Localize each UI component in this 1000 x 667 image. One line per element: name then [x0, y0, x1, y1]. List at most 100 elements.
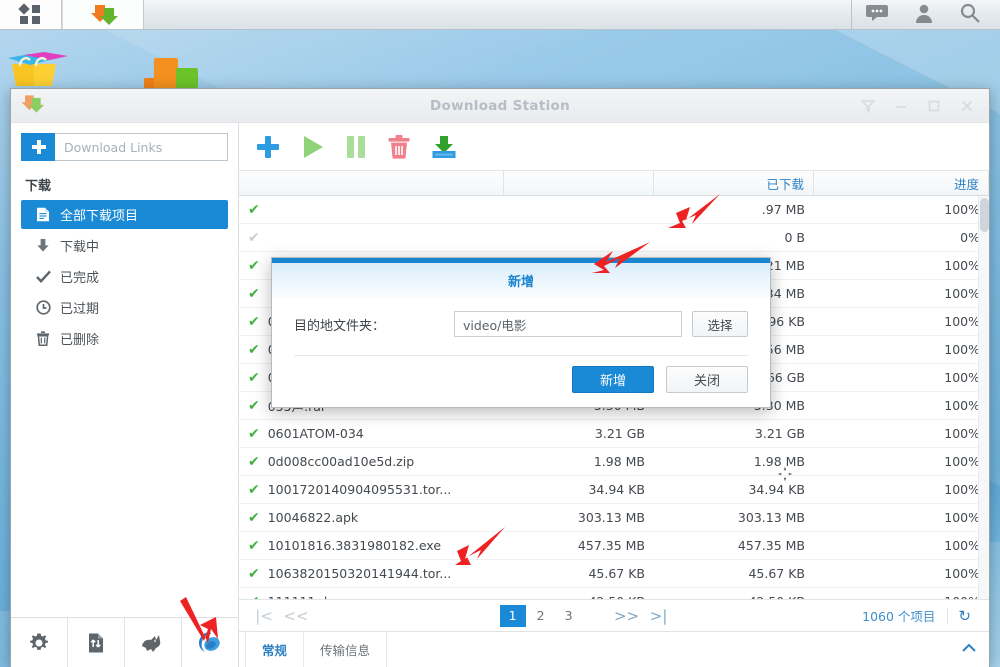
pin-window-button[interactable]: [860, 98, 876, 114]
row-name-cell: ✔: [239, 230, 504, 246]
download-station-icon: [91, 4, 118, 25]
sidebar-item-all-downloads[interactable]: 全部下载项目: [21, 200, 228, 229]
settings-button[interactable]: [11, 618, 68, 667]
check-icon: ✔: [248, 201, 260, 218]
chevron-up-icon[interactable]: [961, 641, 977, 660]
row-size-cell: 3.21 GB: [594, 426, 645, 441]
column-header-progress[interactable]: 进度: [814, 171, 989, 195]
sidebar-item-downloading[interactable]: 下载中: [21, 231, 228, 260]
pending-icon: ✔: [248, 229, 260, 246]
clock-icon: [35, 300, 51, 316]
notifications-icon[interactable]: [866, 4, 888, 26]
bittorrent-button[interactable]: [182, 618, 238, 667]
table-row[interactable]: ✔ 1001720140904095531.tor... 34.94 KB 34.94…: [239, 476, 989, 504]
transfer-info-button[interactable]: [68, 618, 125, 667]
page-button-2[interactable]: 2: [528, 605, 554, 627]
check-icon: ✔: [248, 369, 260, 386]
sidebar-section-title: 下载: [25, 179, 52, 194]
table-row[interactable]: ✔ 0 B 0%: [239, 224, 989, 252]
download-button[interactable]: [431, 134, 457, 160]
sidebar-item-label: 已删除: [60, 333, 100, 348]
destination-folder-input[interactable]: video/电影: [454, 311, 682, 337]
row-size-cell: 45.67 KB: [588, 566, 645, 581]
start-button[interactable]: [301, 134, 325, 160]
page-button-1[interactable]: 1: [499, 604, 526, 627]
row-name-cell: ✔: [239, 202, 504, 218]
bt-icon: [199, 631, 220, 652]
table-row[interactable]: ✔ .97 MB 100%: [239, 196, 989, 224]
donkey-icon: [142, 634, 161, 652]
vertical-scrollbar[interactable]: [978, 196, 989, 599]
column-header-name[interactable]: [239, 171, 504, 195]
sidebar-item-label: 已过期: [60, 302, 100, 317]
sidebar-item-deleted[interactable]: 已删除: [21, 324, 228, 353]
table-row[interactable]: ✔ 0d008cc00ad10e5d.zip 1.98 MB 1.98 MB 100%: [239, 448, 989, 476]
close-button[interactable]: [959, 98, 975, 114]
check-icon: ✔: [248, 481, 260, 498]
row-name-label: 10046822.apk: [267, 510, 359, 525]
sidebar-item-label: 下载中: [60, 240, 100, 255]
sidebar: Download Links 下载 全部下载项目 下载中 已完成 已过期 已删除: [11, 123, 239, 667]
mouse-cursor: [776, 465, 794, 486]
main-menu-button[interactable]: [0, 0, 62, 29]
pause-button[interactable]: [345, 134, 367, 160]
document-icon: [35, 207, 51, 223]
column-header-downloaded[interactable]: 已下载: [654, 171, 814, 195]
taskbar-right-icons: [851, 0, 1000, 29]
table-row[interactable]: ✔ 1063820150320141944.tor... 45.67 KB 45.67…: [239, 560, 989, 588]
row-progress-cell: 100%: [944, 286, 980, 301]
emule-button[interactable]: [125, 618, 182, 667]
check-icon: ✔: [248, 509, 260, 526]
window-titlebar[interactable]: Download Station: [11, 89, 989, 123]
minimize-button[interactable]: [893, 98, 909, 114]
sidebar-item-completed[interactable]: 已完成: [21, 262, 228, 291]
add-download-link-button[interactable]: [21, 133, 55, 161]
delete-button[interactable]: [387, 134, 411, 160]
table-row[interactable]: ✔ 10101816.3831980182.exe 457.35 MB 457.35 …: [239, 532, 989, 560]
browse-folder-button[interactable]: 选择: [692, 311, 748, 337]
tab-general[interactable]: 常规: [245, 632, 305, 667]
pagination-bar: |< << 1 2 3 >> >| 1060 个项目 ↻: [239, 599, 989, 631]
row-progress-cell: 100%: [944, 398, 980, 413]
row-name-label: 1001720140904095531.tor...: [267, 482, 452, 497]
table-row[interactable]: ✔ 0601ATOM-034 3.21 GB 3.21 GB 100%: [239, 420, 989, 448]
row-name-label: 111111.doc: [268, 594, 342, 599]
row-size-cell: 303.13 MB: [577, 510, 645, 525]
sidebar-item-expired[interactable]: 已过期: [21, 293, 228, 322]
prev-page-button[interactable]: <<: [281, 607, 311, 625]
table-row[interactable]: ✔111111.doc42.50 KB42.50 KB100%: [239, 588, 989, 600]
next-page-button[interactable]: >>: [612, 607, 642, 625]
last-page-button[interactable]: >|: [644, 607, 674, 625]
row-progress-cell: 100%: [944, 454, 980, 469]
first-page-button[interactable]: |<: [249, 607, 279, 625]
row-downloaded-cell: 303.13 MB: [737, 510, 805, 525]
table-row[interactable]: ✔ 10046822.apk 303.13 MB 303.13 MB 100%: [239, 504, 989, 532]
row-progress-cell: 100%: [944, 538, 980, 553]
confirm-add-button[interactable]: 新增: [572, 366, 654, 393]
tab-transfer-info[interactable]: 传输信息: [304, 632, 388, 667]
sidebar-bottom-toolbar: [11, 617, 238, 667]
row-progress-cell: 100%: [944, 314, 980, 329]
grid-menu-icon: [17, 2, 42, 26]
scrollbar-thumb[interactable]: [980, 198, 989, 232]
refresh-icon[interactable]: ↻: [950, 607, 979, 625]
check-icon: ✔: [248, 425, 260, 442]
detail-tabs: 常规 传输信息: [239, 631, 989, 667]
window-controls: [860, 89, 981, 123]
dialog-footer: 新增 关闭: [272, 356, 770, 407]
user-account-icon[interactable]: [914, 3, 934, 27]
page-button-3[interactable]: 3: [556, 605, 582, 627]
row-downloaded-cell: .97 MB: [761, 202, 805, 217]
row-downloaded-cell: 45.67 KB: [748, 566, 805, 581]
row-progress-cell: 100%: [814, 594, 989, 599]
column-header-size[interactable]: [504, 171, 654, 195]
download-links-input[interactable]: Download Links: [55, 133, 228, 161]
maximize-button[interactable]: [926, 98, 942, 114]
close-dialog-button[interactable]: 关闭: [666, 366, 748, 393]
check-icon: ✔: [248, 341, 260, 358]
taskbar-download-station-app[interactable]: [62, 0, 144, 29]
search-icon[interactable]: [960, 3, 980, 27]
row-progress-cell: 100%: [944, 258, 980, 273]
row-name-label: 1063820150320141944.tor...: [267, 566, 452, 581]
add-task-button[interactable]: [255, 134, 281, 160]
